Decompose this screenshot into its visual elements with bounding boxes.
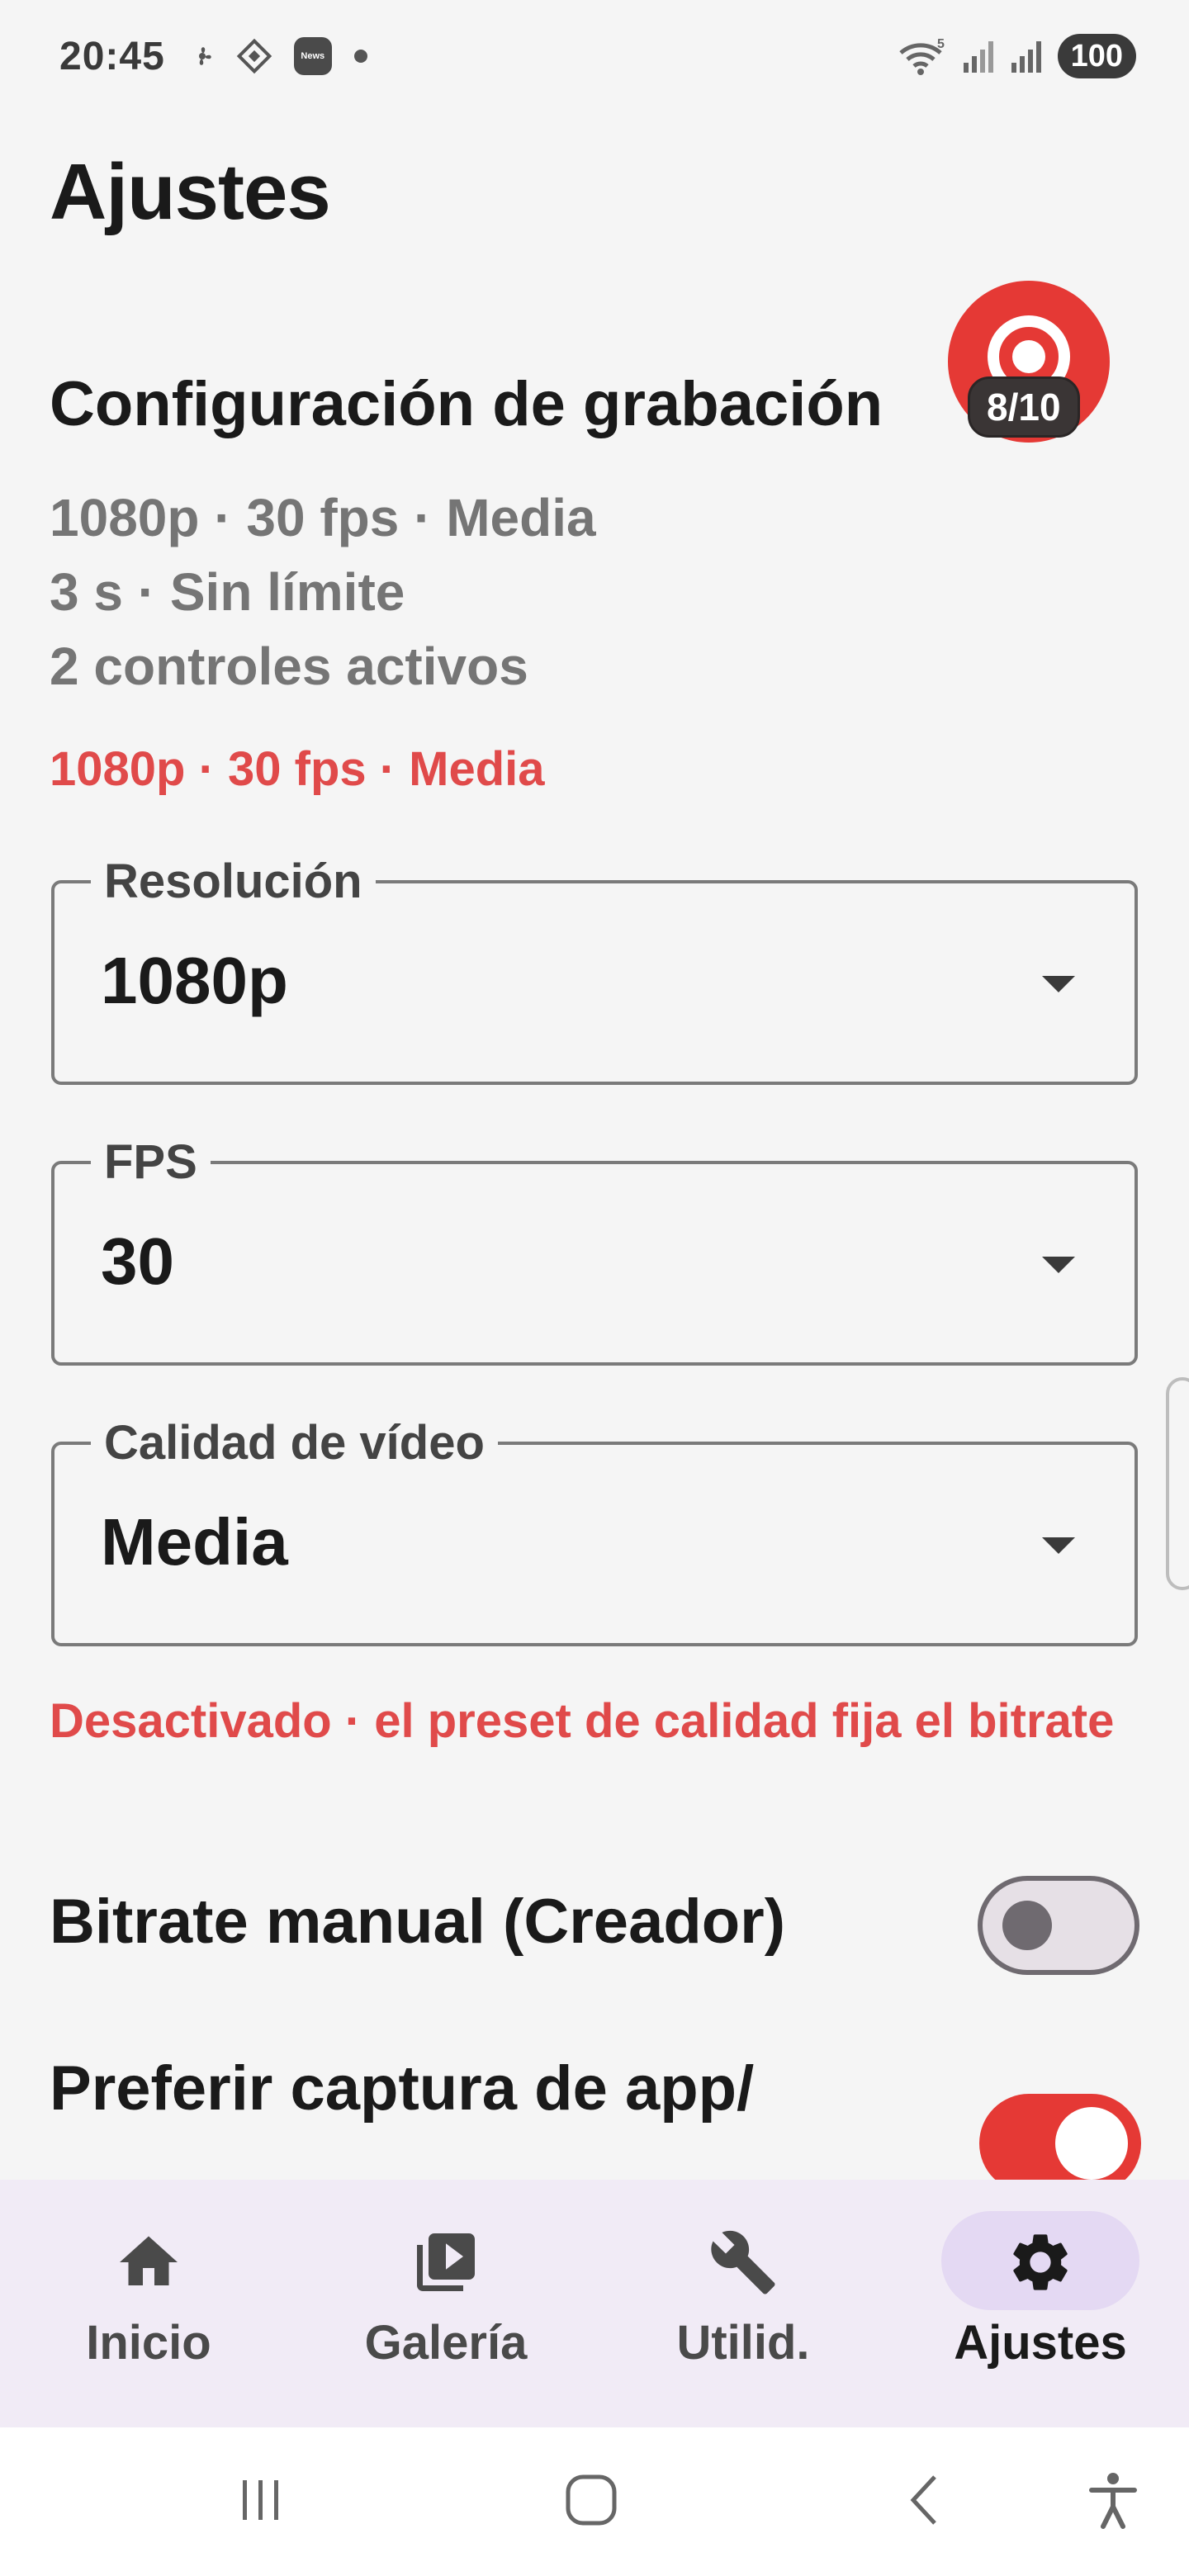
accessibility-icon[interactable] — [1083, 2470, 1143, 2530]
section-title: Configuración de grabación — [50, 369, 883, 439]
wifi-label: 5 — [937, 37, 945, 51]
video-library-icon — [417, 2233, 475, 2291]
status-right: 5 100 — [898, 34, 1136, 78]
nav-item-ajustes[interactable]: Ajustes — [892, 2180, 1189, 2427]
manual-bitrate-toggle[interactable] — [978, 1876, 1139, 1975]
signal-1-icon — [963, 41, 993, 73]
video-quality-dropdown[interactable]: Calidad de vídeo Media — [51, 1410, 1138, 1646]
nav-item-utilidades[interactable]: Utilid. — [594, 2180, 892, 2427]
toggle-thumb — [1055, 2107, 1128, 2180]
record-counter-badge: 8/10 — [968, 376, 1080, 438]
summary-line: 2 controles activos — [50, 637, 528, 696]
prefer-capture-label: Preferir captura de app/ — [50, 2053, 755, 2124]
bitrate-note: Desactivado · el preset de calidad fija … — [50, 1694, 1115, 1748]
gear-icon — [1013, 2234, 1068, 2290]
signal-2-icon — [1011, 41, 1041, 73]
summary-line: 1080p · 30 fps · Media — [50, 488, 596, 547]
video-quality-label: Calidad de vídeo — [91, 1410, 498, 1476]
resolution-label: Resolución — [91, 849, 376, 915]
summary-line: 3 s · Sin límite — [50, 562, 405, 622]
prefer-capture-toggle[interactable] — [979, 2094, 1141, 2193]
dot-icon — [353, 50, 367, 63]
fan-icon — [198, 47, 211, 65]
manual-bitrate-label: Bitrate manual (Creador) — [50, 1887, 786, 1957]
app-diamond-icon — [236, 38, 272, 74]
system-navigation-bar — [0, 2427, 1189, 2576]
fps-value: 30 — [101, 1224, 174, 1298]
dropdown-arrow-icon — [1042, 1257, 1075, 1273]
active-preset-summary: 1080p · 30 fps · Media — [50, 742, 545, 796]
nav-label: Utilid. — [676, 2316, 810, 2370]
nav-item-galeria[interactable]: Galería — [297, 2180, 594, 2427]
recents-icon[interactable] — [231, 2470, 291, 2530]
toggle-thumb — [1002, 1901, 1052, 1950]
wifi-5-icon: 5 — [898, 37, 945, 75]
status-time: 20:45 — [59, 34, 165, 78]
fps-label: FPS — [91, 1129, 211, 1196]
news-icon: News — [293, 37, 332, 75]
nav-label: Inicio — [86, 2316, 211, 2370]
dropdown-arrow-icon — [1042, 976, 1075, 992]
home-circle-icon[interactable] — [561, 2470, 621, 2530]
page-title: Ajustes — [50, 148, 331, 236]
fps-dropdown[interactable]: FPS 30 — [51, 1129, 1138, 1366]
resolution-value: 1080p — [101, 944, 288, 1017]
video-quality-value: Media — [101, 1505, 288, 1579]
news-badge: News — [301, 51, 325, 61]
battery-indicator: 100 — [1057, 34, 1136, 78]
nav-item-inicio[interactable]: Inicio — [0, 2180, 297, 2427]
home-icon — [120, 2236, 178, 2285]
edge-panel-handle[interactable] — [1166, 1377, 1189, 1590]
bottom-navigation: Inicio Galería Utilid. Ajustes — [0, 2180, 1189, 2427]
back-icon[interactable] — [897, 2470, 956, 2530]
status-bar: 20:45 News 5 100 — [0, 0, 1189, 112]
wrench-icon — [711, 2230, 775, 2294]
notification-icons: News — [190, 37, 368, 75]
nav-label: Ajustes — [954, 2316, 1127, 2370]
recording-summary: 1080p · 30 fps · Media 3 s · Sin límite … — [50, 481, 596, 703]
nav-label: Galería — [364, 2316, 528, 2370]
dropdown-arrow-icon — [1042, 1537, 1075, 1554]
resolution-dropdown[interactable]: Resolución 1080p — [51, 849, 1138, 1085]
